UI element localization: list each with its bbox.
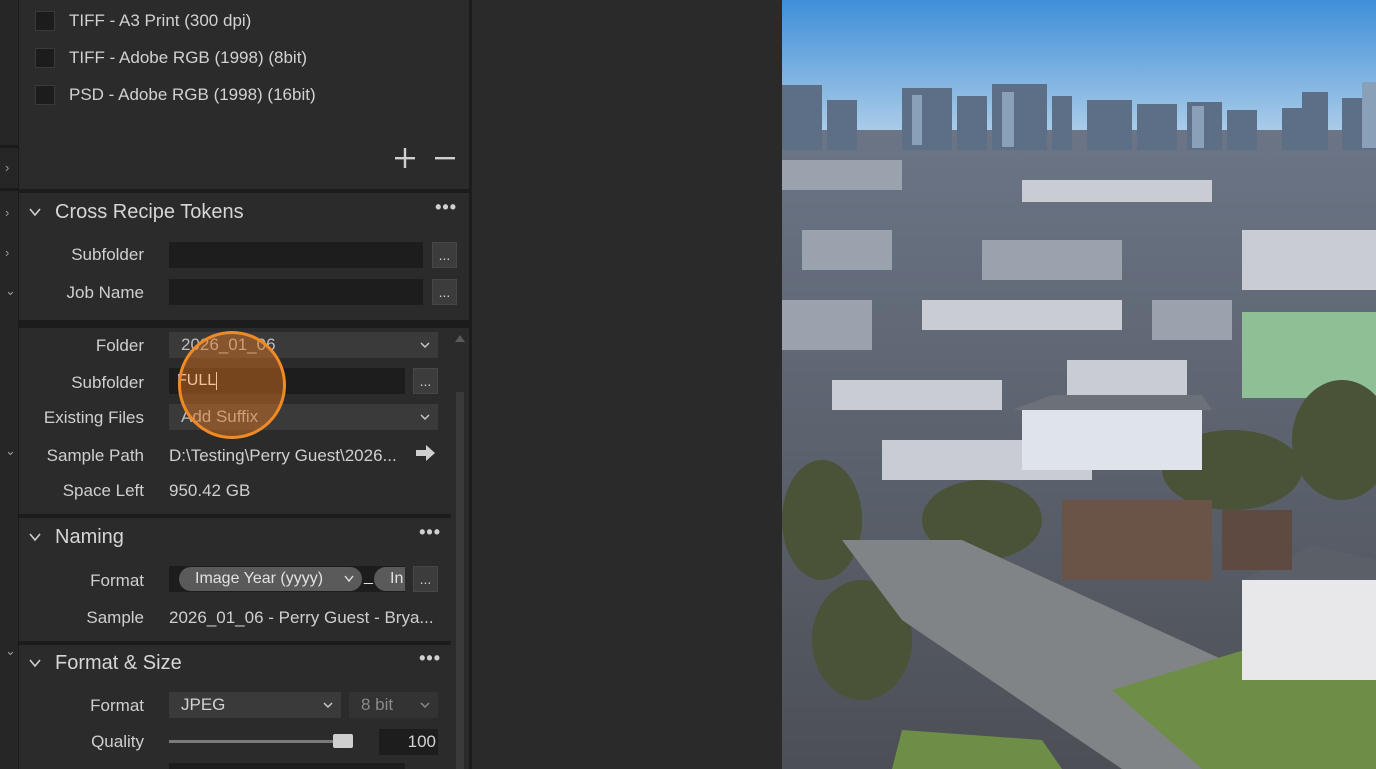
section-title: Naming [55, 525, 124, 548]
partial-field [169, 763, 405, 769]
section-divider [19, 189, 469, 193]
chevron-down-icon[interactable] [29, 206, 41, 218]
chevron-right-icon[interactable]: › [5, 160, 9, 175]
more-options-icon[interactable]: ••• [435, 197, 457, 218]
naming-format-label: Format [90, 571, 144, 590]
chevron-down-icon[interactable]: ⌄ [5, 283, 16, 299]
image-viewer[interactable] [782, 0, 1376, 769]
empty-browser-area [472, 0, 782, 769]
recipe-label: PSD - Adobe RGB (1998) (16bit) [69, 85, 316, 104]
format-size-header[interactable]: Format & Size ••• [19, 646, 451, 680]
chevron-right-icon[interactable]: › [5, 245, 9, 260]
space-left-label: Space Left [62, 481, 144, 500]
strip-divider [0, 188, 18, 191]
cross-recipe-tokens-header[interactable]: Cross Recipe Tokens ••• [19, 195, 469, 229]
chevron-down-icon[interactable] [29, 531, 41, 543]
folder-label: Folder [95, 336, 144, 355]
subfolder-tokens-button[interactable]: ... [413, 368, 438, 394]
plus-icon[interactable] [395, 148, 415, 168]
section-divider [19, 514, 451, 518]
subfolder-tokens-button[interactable]: ... [432, 242, 457, 268]
chevron-right-icon[interactable]: › [5, 205, 9, 220]
job-name-tokens-button[interactable]: ... [432, 279, 457, 305]
recipe-item[interactable]: PSD - Adobe RGB (1998) (16bit) [35, 83, 316, 107]
recipe-checkbox[interactable] [35, 11, 55, 31]
token-subfolder-input[interactable] [169, 242, 423, 268]
export-recipe-panel: TIFF - A3 Print (300 dpi) TIFF - Adobe R… [19, 0, 469, 769]
section-title: Cross Recipe Tokens [55, 200, 244, 223]
token-separator: _ [364, 568, 373, 585]
recipe-checkbox[interactable] [35, 85, 55, 105]
naming-sample-value: 2026_01_06 - Perry Guest - Brya... [169, 608, 434, 627]
token-label: Image Year (yyyy) [195, 570, 324, 587]
subfolder-label: Subfolder [71, 245, 144, 264]
recipe-item[interactable]: TIFF - Adobe RGB (1998) (8bit) [35, 46, 307, 70]
quality-slider-track[interactable] [169, 740, 349, 743]
token-label: In [390, 570, 404, 587]
chevron-down-icon[interactable]: ⌄ [5, 443, 16, 459]
section-title: Format & Size [55, 651, 182, 674]
more-options-icon[interactable]: ••• [419, 648, 441, 669]
sample-path-label: Sample Path [46, 446, 144, 465]
naming-header[interactable]: Naming ••• [19, 520, 451, 554]
space-left-value: 950.42 GB [169, 481, 251, 500]
scroll-up-icon[interactable] [454, 333, 466, 343]
tool-strip: › › › ⌄ ⌄ ⌄ [0, 0, 19, 769]
more-options-icon[interactable]: ••• [419, 522, 441, 543]
subfolder-label: Subfolder [71, 373, 144, 392]
panel-scrollbar[interactable] [456, 392, 464, 769]
naming-format-field[interactable]: Image Year (yyyy) _ In [169, 566, 405, 592]
section-divider [19, 641, 451, 645]
minus-icon[interactable] [435, 148, 455, 168]
quality-slider-thumb[interactable] [333, 734, 353, 748]
bit-depth-dropdown[interactable]: 8 bit [349, 692, 438, 718]
chevron-down-icon [420, 414, 430, 420]
naming-sample-label: Sample [86, 608, 144, 627]
existing-files-label: Existing Files [43, 408, 144, 427]
naming-tokens-button[interactable]: ... [413, 566, 438, 592]
recipe-checkbox[interactable] [35, 48, 55, 68]
aerial-city-photo [782, 0, 1376, 769]
chevron-down-icon [344, 575, 354, 583]
job-name-input[interactable] [169, 279, 423, 305]
job-name-label: Job Name [66, 283, 144, 302]
recipe-item[interactable]: TIFF - A3 Print (300 dpi) [35, 9, 251, 33]
recipe-label: TIFF - A3 Print (300 dpi) [69, 11, 252, 30]
image-year-token[interactable]: Image Year (yyyy) [179, 567, 362, 591]
chevron-down-icon[interactable] [29, 657, 41, 669]
format-value: JPEG [181, 695, 226, 714]
section-divider [19, 320, 469, 328]
chevron-down-icon [323, 702, 333, 708]
token-partial[interactable]: In [374, 567, 405, 591]
sample-path-value: D:\Testing\Perry Guest\2026... [169, 446, 397, 465]
quality-label: Quality [91, 732, 144, 751]
quality-input[interactable]: 100 [379, 729, 438, 755]
arrow-right-icon[interactable] [416, 444, 436, 462]
chevron-down-icon [420, 342, 430, 348]
strip-divider [0, 145, 18, 148]
recipe-label: TIFF - Adobe RGB (1998) (8bit) [69, 48, 308, 67]
chevron-down-icon[interactable]: ⌄ [5, 643, 16, 659]
click-indicator [178, 331, 286, 439]
file-format-dropdown[interactable]: JPEG [169, 692, 341, 718]
chevron-down-icon [420, 702, 430, 708]
bit-depth-value: 8 bit [361, 695, 394, 714]
format-label: Format [90, 696, 144, 715]
